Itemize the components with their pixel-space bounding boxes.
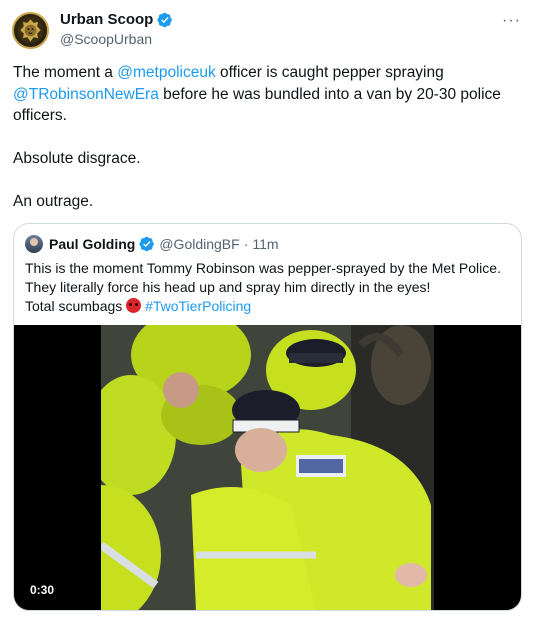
author-handle[interactable]: @ScoopUrban (60, 31, 152, 47)
tweet-paragraph-3: An outrage. (13, 193, 94, 210)
quote-line-1: This is the moment Tommy Robinson was pe… (25, 260, 501, 276)
quote-separator: · (243, 236, 249, 252)
quote-text: This is the moment Tommy Robinson was pe… (25, 259, 515, 316)
video-still-image (101, 325, 434, 610)
author-avatar[interactable] (12, 12, 49, 49)
verified-badge-icon (139, 236, 155, 252)
video-player[interactable]: 0:30 (14, 325, 521, 610)
quote-line-3: Total scumbags #TwoTierPolicing (25, 297, 515, 316)
verified-badge-icon (157, 12, 173, 27)
quote-header: Paul Golding @GoldingBF · 11m (25, 235, 279, 253)
mention-trobinsonnewera[interactable]: @TRobinsonNewEra (13, 86, 159, 103)
quote-timestamp[interactable]: 11m (252, 236, 278, 252)
hashtag-twotierpolicing[interactable]: #TwoTierPolicing (145, 298, 251, 314)
video-frame (101, 325, 434, 610)
quote-author-name[interactable]: Paul Golding (49, 236, 135, 252)
tweet-paragraph-2: Absolute disgrace. (13, 150, 141, 167)
mention-metpoliceuk[interactable]: @metpoliceuk (117, 64, 215, 81)
lion-logo-icon (18, 18, 43, 43)
quote-author-avatar[interactable] (25, 235, 43, 253)
quoted-tweet[interactable]: Paul Golding @GoldingBF · 11m This is th… (13, 223, 522, 611)
tweet-text-mid: officer is caught pepper spraying (215, 64, 444, 81)
quote-author-handle[interactable]: @GoldingBF (159, 236, 239, 252)
more-options-icon[interactable]: ··· (502, 12, 521, 30)
tweet-text: The moment a @metpoliceuk officer is cau… (13, 62, 518, 213)
tweet-paragraph-1: The moment a @metpoliceuk officer is cau… (13, 62, 518, 127)
tweet-text-pre: The moment a (13, 64, 118, 81)
video-duration: 0:30 (30, 583, 55, 597)
author-name-row: Urban Scoop (60, 11, 173, 28)
quote-line-3-text: Total scumbags (25, 298, 127, 314)
tweet-card: Urban Scoop @ScoopUrban ··· The moment a… (0, 0, 537, 618)
angry-face-icon (126, 298, 142, 313)
author-display-name[interactable]: Urban Scoop (60, 11, 153, 28)
quote-line-2: They literally force his head up and spr… (25, 279, 431, 295)
